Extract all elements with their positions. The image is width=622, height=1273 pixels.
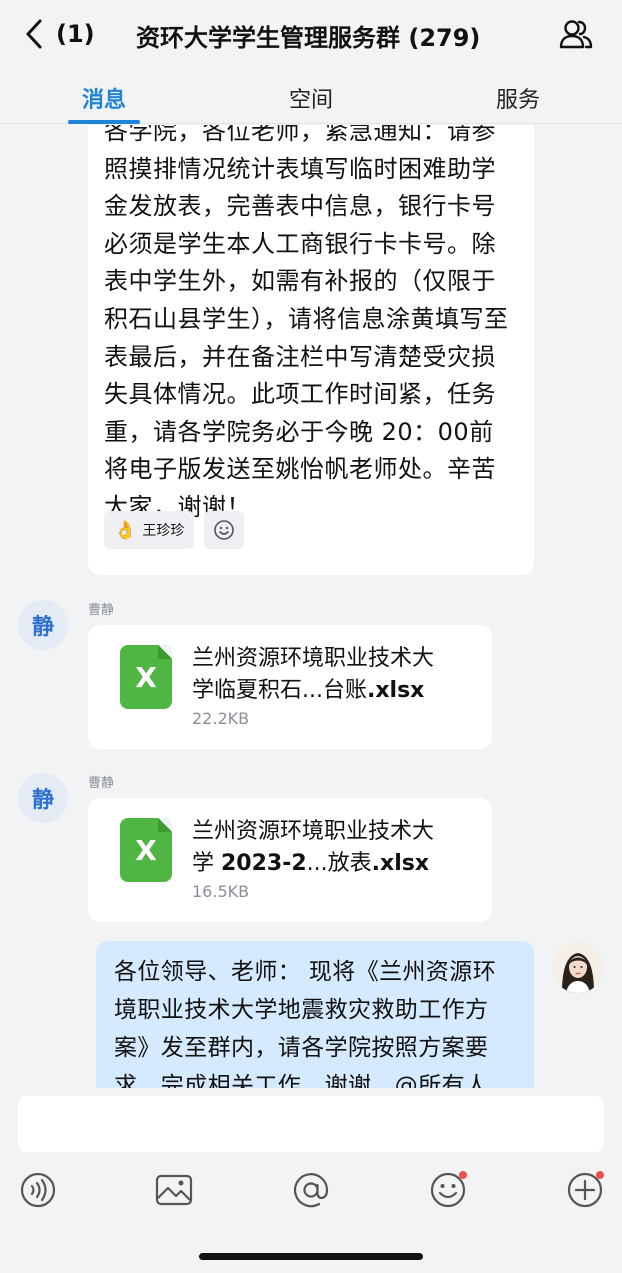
file-name: 兰州资源环境职业技术大 学临夏积石...台账.xlsx bbox=[192, 646, 435, 703]
message-bubble[interactable]: 各学院，各位老师，紧急通知：请参照摸排情况统计表填写临时困难助学金发放表，完善表… bbox=[88, 125, 534, 575]
notification-dot bbox=[459, 1171, 467, 1179]
excel-file-icon: X bbox=[120, 818, 172, 882]
unread-count: (1) bbox=[56, 20, 95, 48]
tab-messages[interactable]: 消息 bbox=[82, 82, 126, 114]
message-text: 各位领导、老师： 现将《兰州资源环境职业技术大学地震救灾救助工作方案》发至群内，… bbox=[114, 959, 497, 1088]
excel-file-icon: X bbox=[120, 645, 172, 709]
file-card[interactable]: X 兰州资源环境职业技术大 学临夏积石...台账.xlsx 22.2KB bbox=[88, 625, 492, 749]
message-input[interactable] bbox=[18, 1096, 604, 1152]
image-icon bbox=[155, 1174, 193, 1206]
members-icon bbox=[559, 20, 593, 49]
back-button[interactable]: (1) bbox=[22, 16, 95, 52]
message-list[interactable]: 各学院，各位老师，紧急通知：请参照摸排情况统计表填写临时困难助学金发放表，完善表… bbox=[0, 125, 622, 1088]
active-tab-indicator bbox=[68, 120, 140, 124]
chevron-left-icon bbox=[26, 19, 42, 49]
file-name: 兰州资源环境职业技术大 学 2023-2...放表.xlsx bbox=[192, 819, 435, 876]
smiley-icon bbox=[214, 520, 235, 540]
notification-dot bbox=[596, 1171, 604, 1179]
file-card[interactable]: X 兰州资源环境职业技术大 学 2023-2...放表.xlsx 16.5KB bbox=[88, 798, 492, 922]
self-avatar[interactable] bbox=[552, 941, 604, 993]
at-icon bbox=[293, 1173, 329, 1208]
tab-space[interactable]: 空间 bbox=[289, 82, 333, 114]
group-members-button[interactable] bbox=[558, 16, 594, 52]
mention-button[interactable] bbox=[291, 1170, 331, 1210]
add-reaction-button[interactable] bbox=[204, 511, 245, 549]
tab-services[interactable]: 服务 bbox=[496, 82, 540, 114]
reaction-chip[interactable]: 👌 王珍珍 bbox=[104, 511, 195, 549]
user-photo-icon bbox=[552, 941, 604, 993]
input-area bbox=[0, 1088, 622, 1273]
file-size: 22.2KB bbox=[192, 709, 250, 728]
home-indicator bbox=[199, 1253, 423, 1260]
tab-bar: 消息 空间 服务 bbox=[0, 68, 622, 124]
chat-header: (1) 资环大学学生管理服务群 (279) bbox=[0, 0, 622, 68]
sender-name: 曹静 bbox=[88, 603, 115, 618]
self-message-bubble[interactable]: 各位领导、老师： 现将《兰州资源环境职业技术大学地震救灾救助工作方案》发至群内，… bbox=[96, 941, 534, 1088]
sender-name: 曹静 bbox=[88, 776, 115, 791]
file-size: 16.5KB bbox=[192, 882, 250, 901]
emoji-button[interactable] bbox=[428, 1170, 468, 1210]
more-button[interactable] bbox=[565, 1170, 605, 1210]
image-button[interactable] bbox=[154, 1170, 194, 1210]
ok-hand-icon: 👌 bbox=[114, 519, 137, 541]
voice-icon bbox=[20, 1172, 56, 1208]
avatar[interactable]: 静 bbox=[18, 600, 68, 650]
voice-button[interactable] bbox=[18, 1170, 58, 1210]
avatar[interactable]: 静 bbox=[18, 773, 68, 823]
message-text: 各学院，各位老师，紧急通知：请参照摸排情况统计表填写临时困难助学金发放表，完善表… bbox=[104, 125, 509, 521]
chat-title: 资环大学学生管理服务群 (279) bbox=[136, 24, 481, 52]
reaction-bar: 👌 王珍珍 bbox=[104, 511, 245, 549]
reaction-user: 王珍珍 bbox=[142, 523, 185, 539]
